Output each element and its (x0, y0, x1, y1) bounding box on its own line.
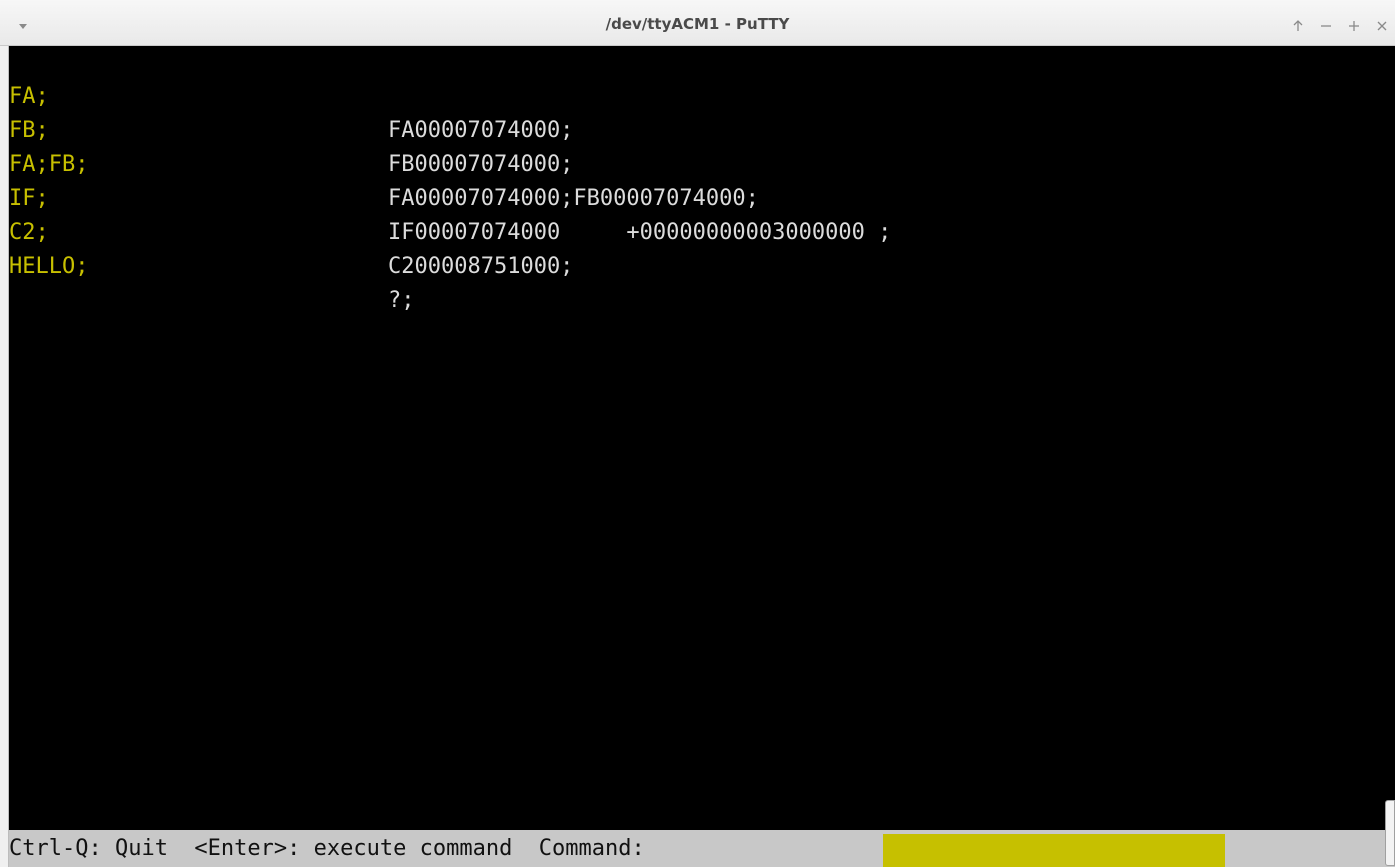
terminal-response: C200008751000; (388, 254, 574, 279)
terminal-response: IF00007074000 +00000000003000000 ; (388, 220, 892, 245)
terminal-line: C2; C200008751000; (9, 182, 573, 279)
terminal-line: FB; FB00007074000; (9, 80, 573, 177)
terminal-line: FA;FB; FA00007074000;FB00007074000; (9, 114, 759, 211)
terminal-line: HELLO; ?; (9, 216, 415, 313)
command-input[interactable] (883, 834, 1225, 867)
terminal-response: FA00007074000;FB00007074000; (388, 186, 759, 211)
window-left-border (0, 46, 9, 867)
title-bar[interactable]: /dev/ttyACM1 - PuTTY (0, 0, 1395, 46)
terminal-line: FA; FA00007074000; (9, 46, 573, 143)
terminal-command: HELLO; (9, 254, 89, 279)
maximize-icon[interactable] (1347, 19, 1361, 33)
status-bar: Ctrl-Q: Quit <Enter>: execute command Co… (9, 830, 1395, 867)
terminal-response: ?; (388, 288, 415, 313)
terminal-output[interactable]: FA; FA00007074000; FB; FB00007074000; FA… (9, 46, 1395, 830)
terminal-line: IF; IF00007074000 +00000000003000000 ; (9, 148, 891, 245)
close-icon[interactable] (1375, 19, 1389, 33)
putty-window: /dev/ttyACM1 - PuTTY FA; FA00007074000; (0, 0, 1395, 867)
window-title: /dev/ttyACM1 - PuTTY (605, 15, 790, 33)
terminal-response: FB00007074000; (388, 152, 574, 177)
status-hint: Ctrl-Q: Quit <Enter>: execute command Co… (9, 836, 645, 861)
window-controls (1291, 16, 1389, 36)
resize-handle[interactable] (1385, 800, 1395, 866)
arrow-up-icon[interactable] (1291, 19, 1305, 33)
terminal-response: FA00007074000; (388, 118, 574, 143)
minimize-icon[interactable] (1319, 19, 1333, 33)
